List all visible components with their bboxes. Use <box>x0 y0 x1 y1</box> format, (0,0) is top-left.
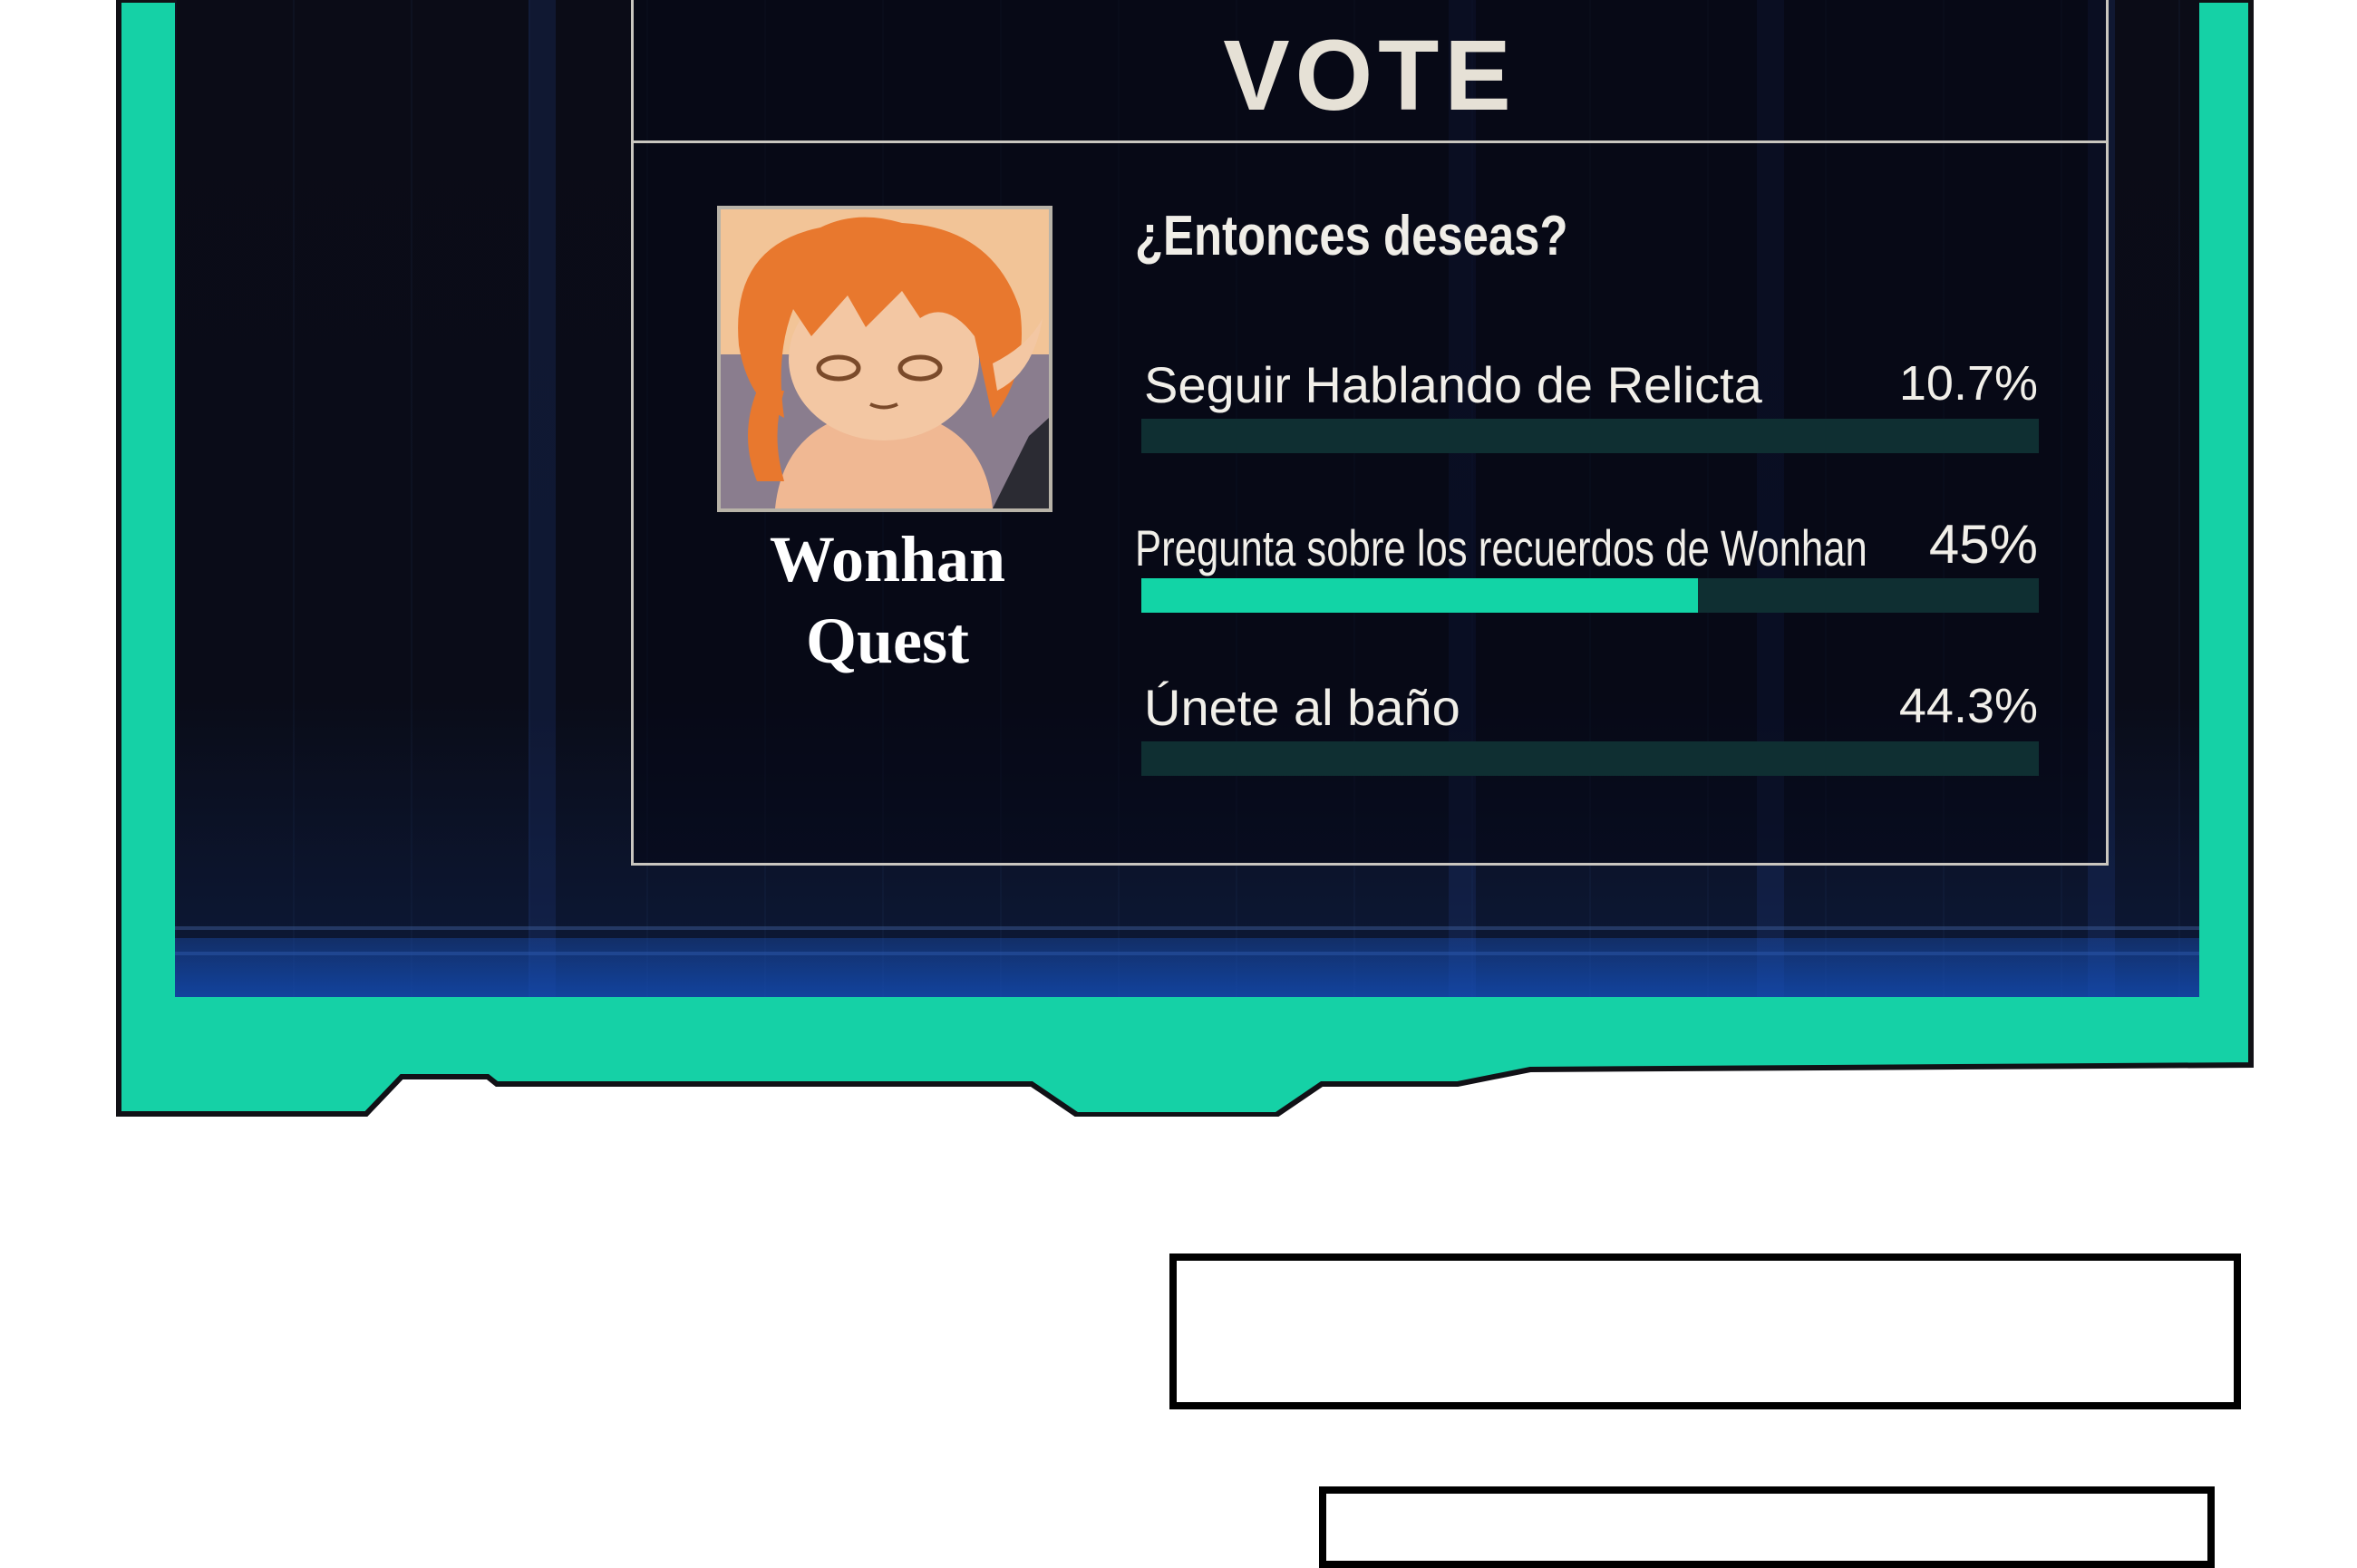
option-2-bar[interactable] <box>1141 578 2039 613</box>
quest-name-line1: Wonhan <box>769 523 1006 595</box>
option-1-bar[interactable] <box>1141 419 2039 453</box>
character-portrait-icon <box>721 209 1049 508</box>
option-2-percent: 45% <box>1928 514 2038 575</box>
option-3-percent: 44.3% <box>1898 679 2038 733</box>
empty-text-box-2 <box>1319 1486 2215 1568</box>
option-2-label[interactable]: Pregunta sobre los recuerdos de Wonhan <box>1135 518 1867 577</box>
option-3-bar[interactable] <box>1141 741 2039 776</box>
quest-name-line2: Quest <box>806 605 969 677</box>
game-screen: VOTE Wonhan Quest ¿Entonces deseas? Segu… <box>175 0 2199 997</box>
panel-divider <box>634 140 2106 143</box>
option-2-bar-fill <box>1141 578 1698 613</box>
option-1-percent: 10.7% <box>1898 356 2038 411</box>
character-avatar <box>717 206 1052 512</box>
option-3-label[interactable]: Únete al baño <box>1144 678 1460 737</box>
screen-glow-band <box>175 938 2199 997</box>
game-frame: VOTE Wonhan Quest ¿Entonces deseas? Segu… <box>116 0 2255 1117</box>
vote-title: VOTE <box>1223 20 1517 131</box>
vote-panel: VOTE Wonhan Quest ¿Entonces deseas? Segu… <box>631 0 2109 866</box>
vote-question: ¿Entonces deseas? <box>1135 205 1568 267</box>
empty-text-box-1 <box>1169 1253 2241 1409</box>
option-1-label[interactable]: Seguir Hablando de Relicta <box>1144 355 1762 414</box>
